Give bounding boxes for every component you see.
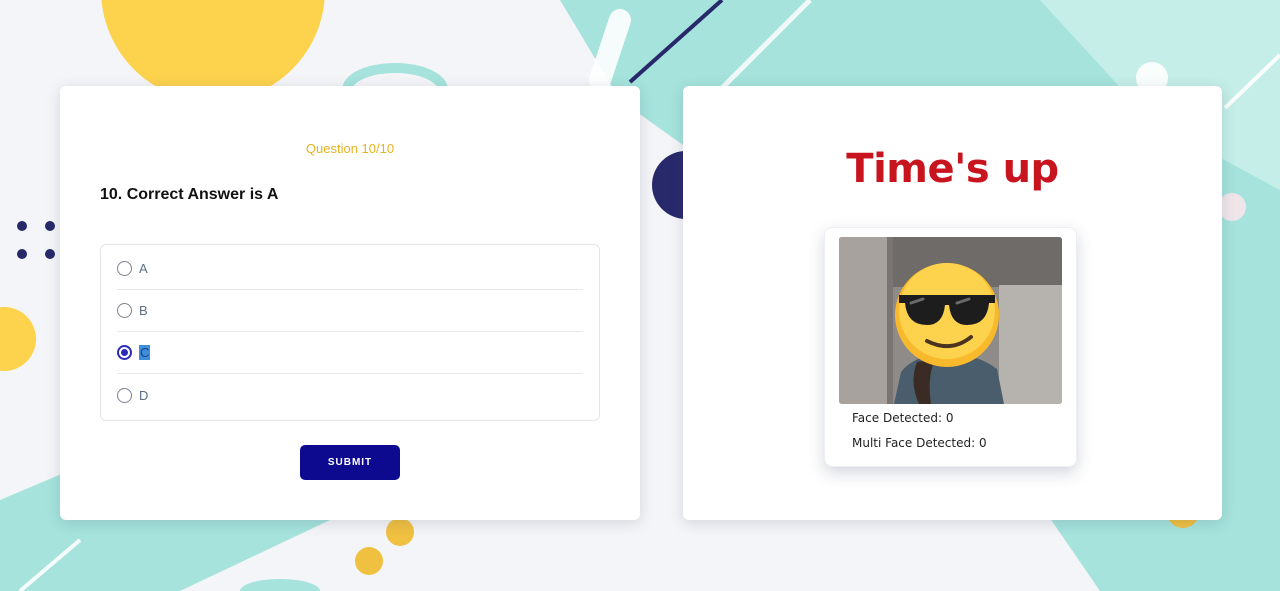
option-d-label: D bbox=[139, 387, 149, 403]
webcam-feed bbox=[839, 237, 1062, 404]
option-c[interactable]: C bbox=[117, 332, 583, 374]
answer-options: A B C D bbox=[100, 244, 600, 421]
multi-face-detected-count: Multi Face Detected: 0 bbox=[852, 436, 987, 450]
question-text: 10. Correct Answer is A bbox=[100, 186, 279, 203]
option-b[interactable]: B bbox=[117, 290, 583, 332]
radio-d[interactable] bbox=[117, 387, 132, 403]
radio-c[interactable] bbox=[117, 345, 132, 360]
option-a[interactable]: A bbox=[117, 248, 583, 290]
radio-a[interactable] bbox=[117, 261, 132, 276]
option-c-label: C bbox=[139, 345, 151, 360]
option-b-label: B bbox=[139, 303, 148, 318]
bg-pink-dot bbox=[1218, 193, 1246, 221]
bg-dot-grid bbox=[17, 221, 55, 259]
radio-b[interactable] bbox=[117, 303, 132, 318]
bg-yellow-half bbox=[0, 307, 36, 371]
face-detected-count: Face Detected: 0 bbox=[852, 411, 954, 425]
webcam-panel: Face Detected: 0 Multi Face Detected: 0 bbox=[824, 227, 1077, 467]
option-a-label: A bbox=[139, 261, 148, 276]
question-counter: Question 10/10 bbox=[305, 141, 395, 156]
quiz-card: Question 10/10 10. Correct Answer is A A… bbox=[60, 86, 640, 520]
webcam-image bbox=[839, 237, 1062, 404]
sunglasses-emoji-icon bbox=[895, 263, 999, 367]
submit-button[interactable]: SUBMIT bbox=[300, 445, 400, 480]
bg-yellow-dot-2 bbox=[355, 547, 383, 575]
option-d[interactable]: D bbox=[117, 374, 583, 416]
proctor-card: Time's up Face Detected: 0 Multi Face De… bbox=[683, 86, 1222, 520]
times-up-heading: Time's up bbox=[846, 146, 1059, 192]
bg-teal-ellipse bbox=[240, 579, 320, 591]
bg-yellow-dot-1 bbox=[386, 518, 414, 546]
